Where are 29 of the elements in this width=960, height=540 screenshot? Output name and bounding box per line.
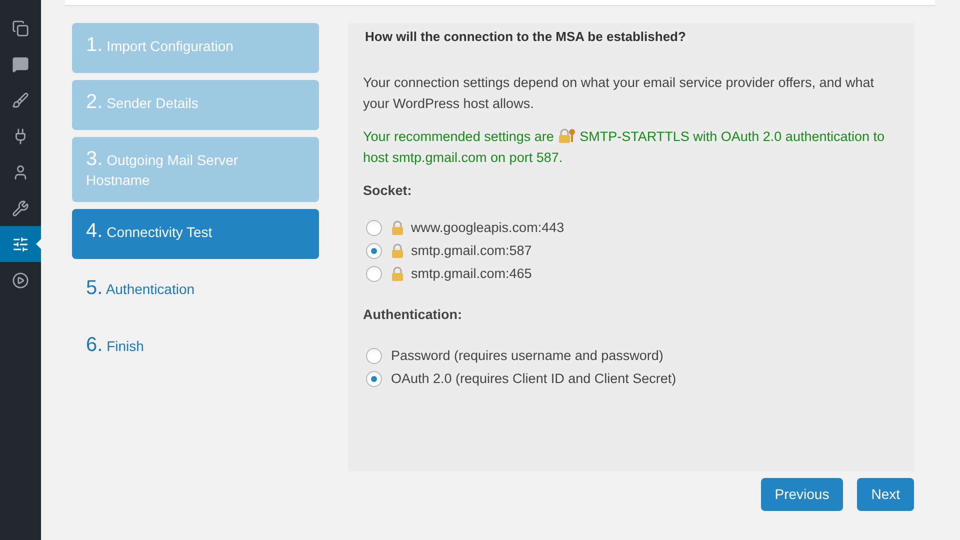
wizard-step[interactable]: 4. Connectivity Test [72,209,319,259]
socket-option-label: smtp.gmail.com:465 [411,265,532,283]
pages-icon [12,20,29,36]
socket-label: Socket: [363,182,413,200]
person-icon [12,164,29,180]
wrench-icon [12,200,29,216]
radio-button[interactable] [366,220,382,236]
sliders-icon [12,236,29,252]
wizard-step[interactable]: 6. Finish [72,323,319,373]
auth-option-label: OAuth 2.0 (requires Client ID and Client Secret) [391,370,676,388]
lock-key-icon [558,128,576,143]
radio-button[interactable] [366,242,382,258]
previous-button[interactable]: Previous [760,478,844,511]
authentication-label: Authentication: [363,306,463,324]
radio-button[interactable] [366,348,382,364]
speech-bubble-icon [12,56,29,72]
radio-button[interactable] [366,266,382,282]
panel-question: How will the connection to the MSA be established? [365,28,687,46]
brush-icon [12,92,29,108]
radio-button[interactable] [366,370,382,386]
wizard-step[interactable]: 5.Authentication [72,266,319,316]
play-icon [12,272,29,288]
auth-option-label: Password (requires username and password) [391,347,664,365]
socket-option-label: smtp.gmail.com:587 [411,242,532,260]
recommendation-text: Your recommended settings are SMTP-STARTTLS with OAuth 2.0 authentication to host smtp.gmail.com on port 587. [363,127,886,167]
admin-menu-item[interactable] [0,226,41,262]
next-button[interactable]: Next [857,478,914,511]
socket-option-label: www.googleapis.com:443 [411,219,564,237]
intro-text: Your connection settings depend on what your email service provider offers, and what your WordPress host allows. [363,74,876,113]
